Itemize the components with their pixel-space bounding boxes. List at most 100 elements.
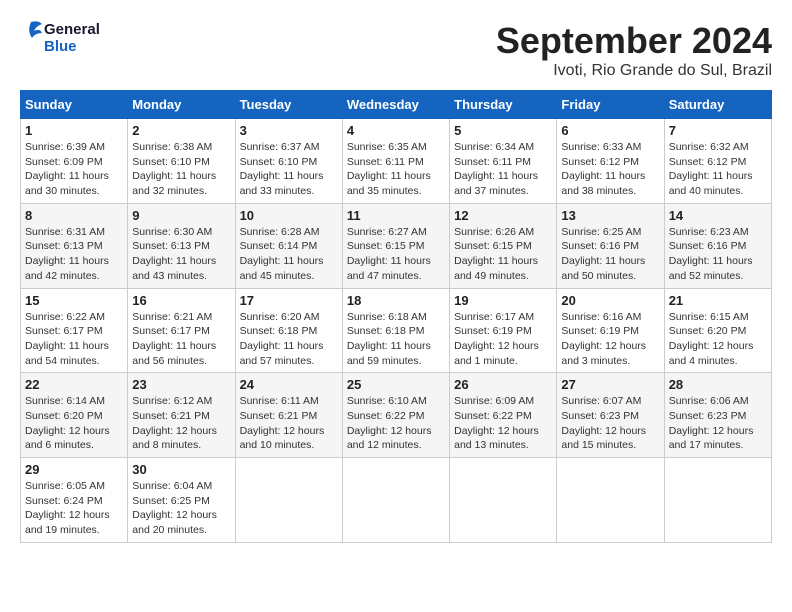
calendar-cell: 24Sunrise: 6:11 AM Sunset: 6:21 PM Dayli… [235, 373, 342, 458]
calendar-cell: 22 Sunrise: 6:14 AM Sunset: 6:20 PM Dayli… [21, 373, 128, 458]
day-info: Sunrise: 6:20 AM Sunset: 6:18 PM Dayligh… [240, 310, 338, 369]
header-monday: Monday [128, 91, 235, 119]
calendar-header-row: SundayMondayTuesdayWednesdayThursdayFrid… [21, 91, 772, 119]
day-number: 29 [25, 462, 123, 477]
calendar-cell: 23Sunrise: 6:12 AM Sunset: 6:21 PM Dayli… [128, 373, 235, 458]
calendar-cell: 4Sunrise: 6:35 AM Sunset: 6:11 PM Daylig… [342, 119, 449, 204]
calendar-cell: 26 Sunrise: 6:09 AM Sunset: 6:22 PM Dayli… [450, 373, 557, 458]
day-number: 21 [669, 293, 767, 308]
day-info: Sunrise: 6:23 AM Sunset: 6:16 PM Dayligh… [669, 225, 767, 284]
day-info: Sunrise: 6:28 AM Sunset: 6:14 PM Dayligh… [240, 225, 338, 284]
day-number: 14 [669, 208, 767, 223]
logo-general: General [44, 21, 100, 38]
day-info: Sunrise: 6:35 AM Sunset: 6:11 PM Dayligh… [347, 140, 445, 199]
calendar-cell: 19Sunrise: 6:17 AM Sunset: 6:19 PM Dayli… [450, 288, 557, 373]
day-info: Sunrise: 6:07 AM Sunset: 6:23 PM Dayligh… [561, 394, 659, 453]
day-info: Sunrise: 6:16 AM Sunset: 6:19 PM Dayligh… [561, 310, 659, 369]
day-number: 18 [347, 293, 445, 308]
calendar-week-row: 1 Sunrise: 6:39 AM Sunset: 6:09 PM Daylig… [21, 119, 772, 204]
calendar-cell: 14 Sunrise: 6:23 AM Sunset: 6:16 PM Dayli… [664, 203, 771, 288]
calendar-cell: 1 Sunrise: 6:39 AM Sunset: 6:09 PM Daylig… [21, 119, 128, 204]
day-number: 15 [25, 293, 123, 308]
calendar-week-row: 29 Sunrise: 6:05 AM Sunset: 6:24 PM Dayli… [21, 458, 772, 543]
header-tuesday: Tuesday [235, 91, 342, 119]
day-number: 17 [240, 293, 338, 308]
day-number: 22 [25, 377, 123, 392]
page-header: General Blue September 2024 Ivoti, Rio G… [20, 20, 772, 80]
calendar-cell: 15Sunrise: 6:22 AM Sunset: 6:17 PM Dayli… [21, 288, 128, 373]
day-number: 25 [347, 377, 445, 392]
day-number: 20 [561, 293, 659, 308]
day-info: Sunrise: 6:12 AM Sunset: 6:21 PM Dayligh… [132, 394, 230, 453]
calendar-cell: 7 Sunrise: 6:32 AM Sunset: 6:12 PM Daylig… [664, 119, 771, 204]
calendar-cell: 30 Sunrise: 6:04 AM Sunset: 6:25 PM Dayli… [128, 458, 235, 543]
day-number: 27 [561, 377, 659, 392]
calendar-week-row: 15Sunrise: 6:22 AM Sunset: 6:17 PM Dayli… [21, 288, 772, 373]
calendar-cell: 6 Sunrise: 6:33 AM Sunset: 6:12 PM Daylig… [557, 119, 664, 204]
header-friday: Friday [557, 91, 664, 119]
calendar-cell: 20 Sunrise: 6:16 AM Sunset: 6:19 PM Dayli… [557, 288, 664, 373]
day-number: 28 [669, 377, 767, 392]
day-number: 13 [561, 208, 659, 223]
logo-blue: Blue [44, 38, 100, 55]
day-info: Sunrise: 6:09 AM Sunset: 6:22 PM Dayligh… [454, 394, 552, 453]
day-number: 9 [132, 208, 230, 223]
day-number: 16 [132, 293, 230, 308]
calendar-cell: 13 Sunrise: 6:25 AM Sunset: 6:16 PM Dayli… [557, 203, 664, 288]
calendar-cell: 11 Sunrise: 6:27 AM Sunset: 6:15 PM Dayli… [342, 203, 449, 288]
day-info: Sunrise: 6:25 AM Sunset: 6:16 PM Dayligh… [561, 225, 659, 284]
day-number: 6 [561, 123, 659, 138]
logo: General Blue [20, 20, 100, 56]
day-info: Sunrise: 6:05 AM Sunset: 6:24 PM Dayligh… [25, 479, 123, 538]
calendar-table: SundayMondayTuesdayWednesdayThursdayFrid… [20, 90, 772, 543]
calendar-cell: 10 Sunrise: 6:28 AM Sunset: 6:14 PM Dayli… [235, 203, 342, 288]
day-number: 1 [25, 123, 123, 138]
calendar-cell: 18 Sunrise: 6:18 AM Sunset: 6:18 PM Dayli… [342, 288, 449, 373]
calendar-week-row: 22 Sunrise: 6:14 AM Sunset: 6:20 PM Dayli… [21, 373, 772, 458]
day-info: Sunrise: 6:38 AM Sunset: 6:10 PM Dayligh… [132, 140, 230, 199]
day-number: 3 [240, 123, 338, 138]
day-number: 10 [240, 208, 338, 223]
header-saturday: Saturday [664, 91, 771, 119]
calendar-cell [235, 458, 342, 543]
header-thursday: Thursday [450, 91, 557, 119]
day-info: Sunrise: 6:32 AM Sunset: 6:12 PM Dayligh… [669, 140, 767, 199]
title-section: September 2024 Ivoti, Rio Grande do Sul,… [496, 20, 772, 80]
calendar-cell: 21Sunrise: 6:15 AM Sunset: 6:20 PM Dayli… [664, 288, 771, 373]
day-number: 24 [240, 377, 338, 392]
calendar-cell [342, 458, 449, 543]
calendar-cell: 2 Sunrise: 6:38 AM Sunset: 6:10 PM Daylig… [128, 119, 235, 204]
day-number: 2 [132, 123, 230, 138]
day-info: Sunrise: 6:26 AM Sunset: 6:15 PM Dayligh… [454, 225, 552, 284]
day-info: Sunrise: 6:14 AM Sunset: 6:20 PM Dayligh… [25, 394, 123, 453]
calendar-cell: 28Sunrise: 6:06 AM Sunset: 6:23 PM Dayli… [664, 373, 771, 458]
day-info: Sunrise: 6:21 AM Sunset: 6:17 PM Dayligh… [132, 310, 230, 369]
day-number: 26 [454, 377, 552, 392]
logo-bird-icon [20, 20, 42, 56]
day-info: Sunrise: 6:33 AM Sunset: 6:12 PM Dayligh… [561, 140, 659, 199]
header-sunday: Sunday [21, 91, 128, 119]
day-info: Sunrise: 6:34 AM Sunset: 6:11 PM Dayligh… [454, 140, 552, 199]
calendar-cell: 12 Sunrise: 6:26 AM Sunset: 6:15 PM Dayli… [450, 203, 557, 288]
day-info: Sunrise: 6:39 AM Sunset: 6:09 PM Dayligh… [25, 140, 123, 199]
location: Ivoti, Rio Grande do Sul, Brazil [496, 62, 772, 80]
day-number: 8 [25, 208, 123, 223]
calendar-cell: 3 Sunrise: 6:37 AM Sunset: 6:10 PM Daylig… [235, 119, 342, 204]
calendar-cell: 25 Sunrise: 6:10 AM Sunset: 6:22 PM Dayli… [342, 373, 449, 458]
day-number: 11 [347, 208, 445, 223]
day-info: Sunrise: 6:18 AM Sunset: 6:18 PM Dayligh… [347, 310, 445, 369]
day-info: Sunrise: 6:30 AM Sunset: 6:13 PM Dayligh… [132, 225, 230, 284]
day-number: 30 [132, 462, 230, 477]
day-info: Sunrise: 6:31 AM Sunset: 6:13 PM Dayligh… [25, 225, 123, 284]
calendar-cell [450, 458, 557, 543]
day-info: Sunrise: 6:04 AM Sunset: 6:25 PM Dayligh… [132, 479, 230, 538]
calendar-cell: 9 Sunrise: 6:30 AM Sunset: 6:13 PM Daylig… [128, 203, 235, 288]
day-info: Sunrise: 6:27 AM Sunset: 6:15 PM Dayligh… [347, 225, 445, 284]
calendar-cell [664, 458, 771, 543]
month-title: September 2024 [496, 20, 772, 62]
day-number: 5 [454, 123, 552, 138]
day-info: Sunrise: 6:37 AM Sunset: 6:10 PM Dayligh… [240, 140, 338, 199]
day-number: 12 [454, 208, 552, 223]
day-number: 7 [669, 123, 767, 138]
day-info: Sunrise: 6:10 AM Sunset: 6:22 PM Dayligh… [347, 394, 445, 453]
